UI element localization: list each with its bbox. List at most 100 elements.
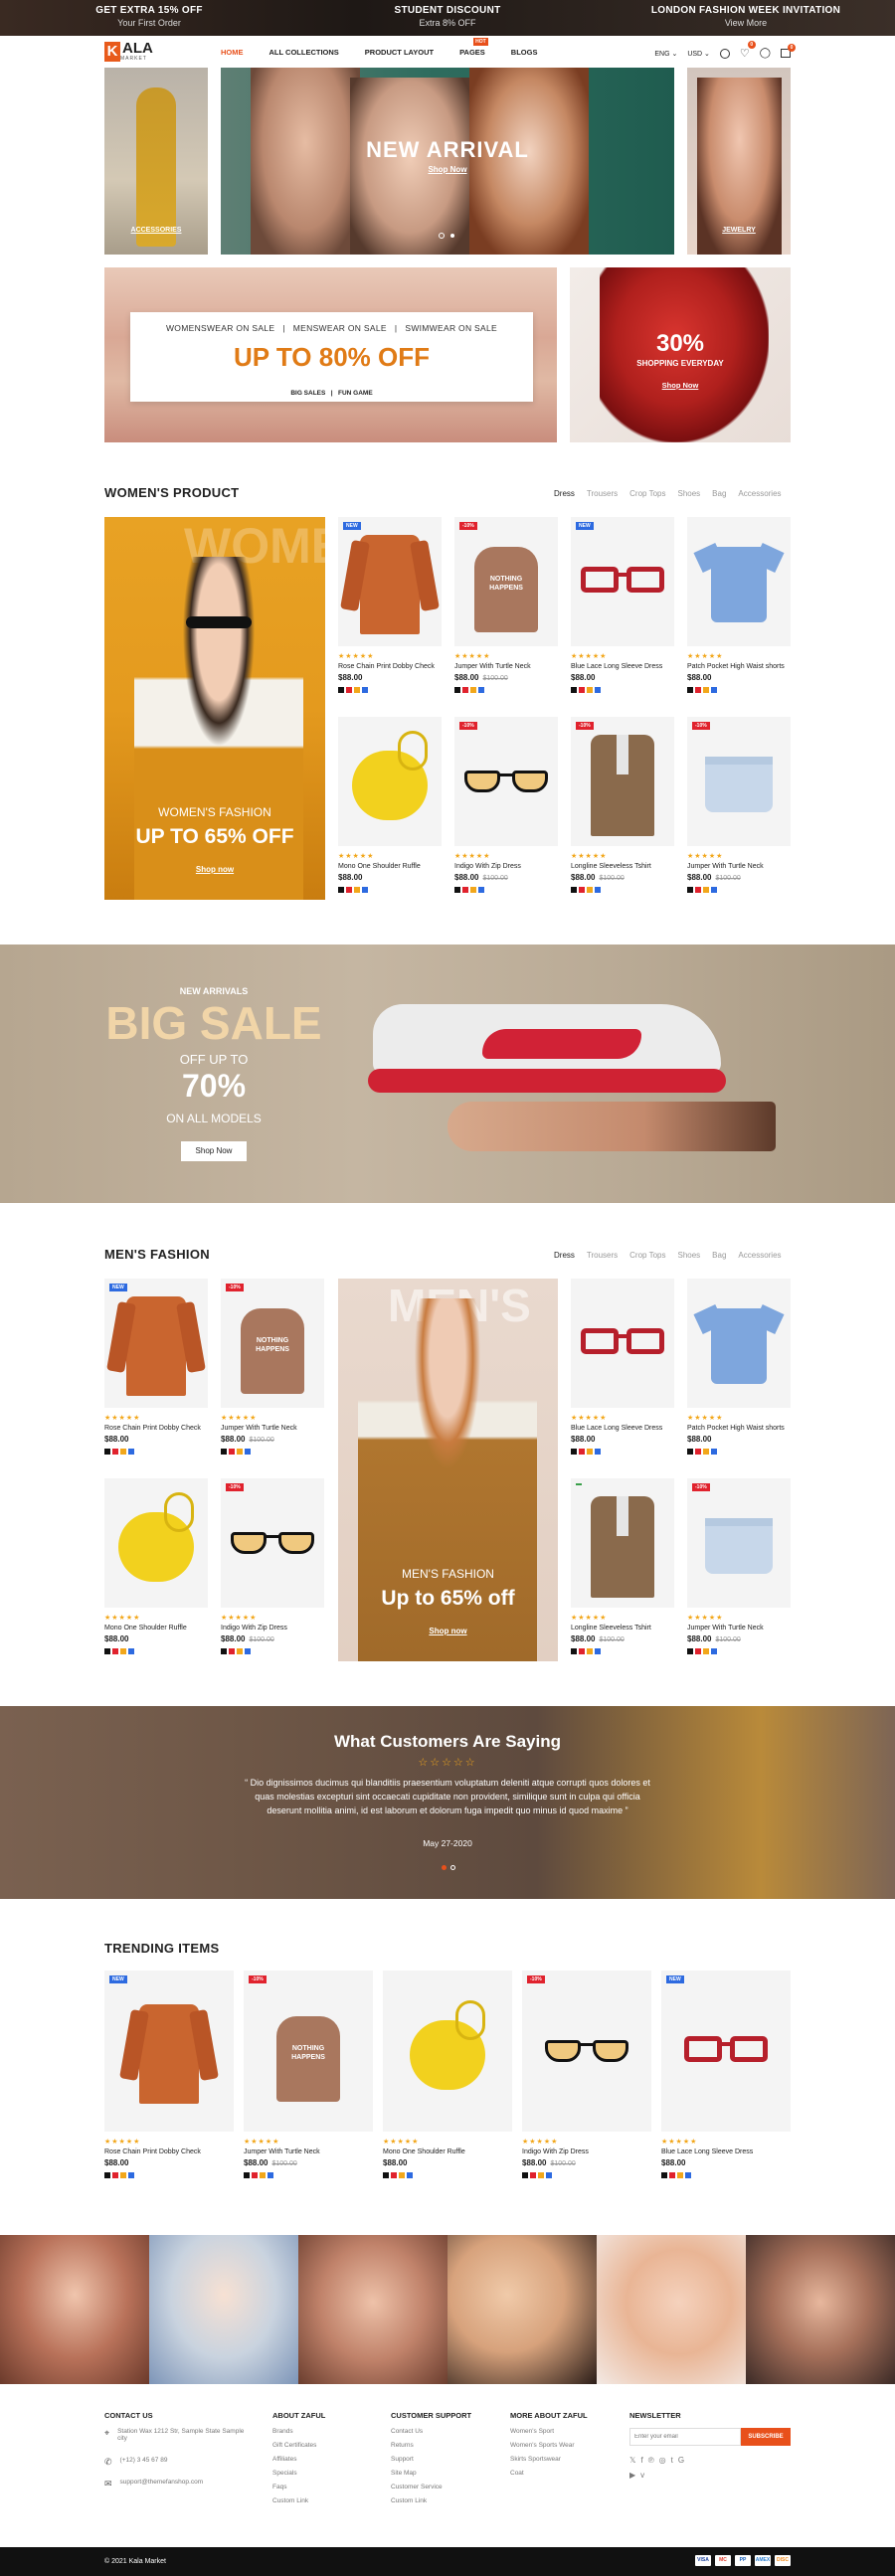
cat-womenswear[interactable]: WOMENSWEAR ON SALE	[166, 323, 274, 333]
color-swatch[interactable]	[587, 887, 593, 893]
product-card[interactable]: NOTHING HAPPENS -10% ★★★★★ Jumper With Turt…	[244, 1971, 373, 2178]
product-image[interactable]: NOTHING HAPPENS -10%	[454, 517, 558, 646]
product-image[interactable]: -10%	[571, 717, 674, 846]
color-swatch[interactable]	[338, 687, 344, 693]
color-swatch[interactable]	[454, 887, 460, 893]
product-card[interactable]: ★★★★★ Longline Sleeveless Tshirt $88.00 $10…	[571, 1478, 674, 1654]
footer-link[interactable]: Gift Certificates	[272, 2442, 325, 2449]
product-image[interactable]	[687, 1279, 791, 1408]
nav-home[interactable]: HOME	[221, 48, 244, 57]
cat-swimwear[interactable]: SWIMWEAR ON SALE	[405, 323, 497, 333]
google-plus-icon[interactable]: G	[678, 2456, 684, 2465]
site-logo[interactable]: K ALA MARKET	[104, 41, 153, 62]
tab-trousers[interactable]: Trousers	[587, 489, 618, 498]
big-sales-link[interactable]: BIG SALES	[290, 390, 325, 397]
color-swatch[interactable]	[104, 1449, 110, 1455]
women-fashion-banner[interactable]: WOMEN WOMEN'S FASHION UP TO 65% OFF Shop…	[104, 517, 325, 900]
tab-dress[interactable]: Dress	[554, 489, 575, 498]
product-card[interactable]: ★★★★★ Patch Pocket High Waist shorts $88.0…	[687, 517, 791, 693]
color-swatch[interactable]	[677, 2172, 683, 2178]
youtube-icon[interactable]: ▶	[629, 2471, 635, 2480]
product-image[interactable]: NOTHING HAPPENS -10%	[221, 1279, 324, 1408]
nav-product-layout[interactable]: PRODUCT LAYOUT	[365, 48, 434, 57]
product-name[interactable]: Blue Lace Long Sleeve Dress	[661, 2148, 791, 2155]
color-swatch[interactable]	[362, 887, 368, 893]
product-name[interactable]: Rose Chain Print Dobby Check	[104, 1425, 208, 1432]
color-swatch[interactable]	[120, 1648, 126, 1654]
sale-banner[interactable]: WOMENSWEAR ON SALE | MENSWEAR ON SALE | …	[104, 267, 557, 442]
slider-dot-active[interactable]	[439, 233, 445, 239]
tab-shoes[interactable]: Shoes	[677, 1251, 700, 1260]
promo-cta[interactable]: Shop Now	[570, 381, 791, 390]
instagram-photo[interactable]	[746, 2235, 895, 2384]
color-swatch[interactable]	[595, 887, 601, 893]
color-swatch[interactable]	[579, 1648, 585, 1654]
banner-cta[interactable]: Shop now	[104, 865, 325, 874]
product-image[interactable]	[571, 1279, 674, 1408]
banner-cta[interactable]: Shop now	[338, 1627, 558, 1635]
color-swatch[interactable]	[595, 687, 601, 693]
accessories-banner[interactable]: ACCESSORIES	[104, 68, 208, 255]
color-swatch[interactable]	[338, 887, 344, 893]
newsletter-email-input[interactable]	[629, 2428, 741, 2446]
product-card[interactable]: NEW ★★★★★ Rose Chain Print Dobby Check $88.…	[104, 1279, 208, 1455]
color-swatch[interactable]	[571, 687, 577, 693]
color-swatch[interactable]	[530, 2172, 536, 2178]
color-swatch[interactable]	[128, 1648, 134, 1654]
product-image[interactable]: NOTHING HAPPENS -10%	[244, 1971, 373, 2132]
tab-bag[interactable]: Bag	[712, 489, 726, 498]
product-image[interactable]: NEW	[104, 1971, 234, 2132]
product-card[interactable]: ★★★★★ Blue Lace Long Sleeve Dress $88.00	[571, 1279, 674, 1455]
color-swatch[interactable]	[571, 1449, 577, 1455]
color-swatch[interactable]	[383, 2172, 389, 2178]
product-image[interactable]: NEW	[661, 1971, 791, 2132]
color-swatch[interactable]	[579, 687, 585, 693]
nav-pages[interactable]: HOT PAGES	[459, 38, 488, 57]
color-swatch[interactable]	[470, 887, 476, 893]
product-card[interactable]: NEW ★★★★★ Blue Lace Long Sleeve Dress $88.0…	[661, 1971, 791, 2178]
instagram-photo[interactable]	[448, 2235, 597, 2384]
tab-crop-tops[interactable]: Crop Tops	[629, 1251, 665, 1260]
color-swatch[interactable]	[595, 1648, 601, 1654]
color-swatch[interactable]	[104, 2172, 110, 2178]
footer-link[interactable]: Affiliates	[272, 2456, 325, 2463]
product-image[interactable]: NEW	[571, 517, 674, 646]
color-swatch[interactable]	[571, 1648, 577, 1654]
instagram-photo[interactable]	[149, 2235, 298, 2384]
nav-collections[interactable]: ALL COLLECTIONS	[269, 48, 339, 57]
slider-dot[interactable]	[450, 1865, 455, 1870]
color-swatch[interactable]	[362, 687, 368, 693]
tab-trousers[interactable]: Trousers	[587, 1251, 618, 1260]
color-swatch[interactable]	[579, 887, 585, 893]
color-swatch[interactable]	[260, 2172, 266, 2178]
slider-dot[interactable]	[450, 234, 454, 238]
color-swatch[interactable]	[687, 1449, 693, 1455]
footer-link[interactable]: Returns	[391, 2442, 471, 2449]
color-swatch[interactable]	[711, 1648, 717, 1654]
tab-accessories[interactable]: Accessories	[738, 1251, 781, 1260]
product-name[interactable]: Blue Lace Long Sleeve Dress	[571, 663, 674, 670]
color-swatch[interactable]	[354, 887, 360, 893]
facebook-icon[interactable]: f	[640, 2456, 642, 2465]
color-swatch[interactable]	[120, 1449, 126, 1455]
instagram-photo[interactable]	[597, 2235, 746, 2384]
color-swatch[interactable]	[711, 887, 717, 893]
product-name[interactable]: Mono One Shoulder Ruffle	[383, 2148, 512, 2155]
product-name[interactable]: Jumper With Turtle Neck	[454, 663, 558, 670]
color-swatch[interactable]	[571, 887, 577, 893]
user-icon[interactable]: ◯	[760, 48, 771, 59]
color-swatch[interactable]	[695, 1449, 701, 1455]
color-swatch[interactable]	[587, 1449, 593, 1455]
product-card[interactable]: NEW ★★★★★ Blue Lace Long Sleeve Dress $88.0…	[571, 517, 674, 693]
product-image[interactable]: -10%	[522, 1971, 651, 2132]
footer-link[interactable]: Skirts Sportswear	[510, 2456, 588, 2463]
tab-crop-tops[interactable]: Crop Tops	[629, 489, 665, 498]
product-name[interactable]: Longline Sleeveless Tshirt	[571, 863, 674, 870]
product-name[interactable]: Jumper With Turtle Neck	[244, 2148, 373, 2155]
color-swatch[interactable]	[661, 2172, 667, 2178]
product-card[interactable]: -10% ★★★★★ Indigo With Zip Dress $88.00 $100…	[221, 1478, 324, 1654]
color-swatch[interactable]	[587, 1648, 593, 1654]
footer-link[interactable]: Specials	[272, 2470, 325, 2477]
product-image[interactable]	[687, 517, 791, 646]
contact-email[interactable]: support@themefanshop.com	[120, 2479, 204, 2486]
